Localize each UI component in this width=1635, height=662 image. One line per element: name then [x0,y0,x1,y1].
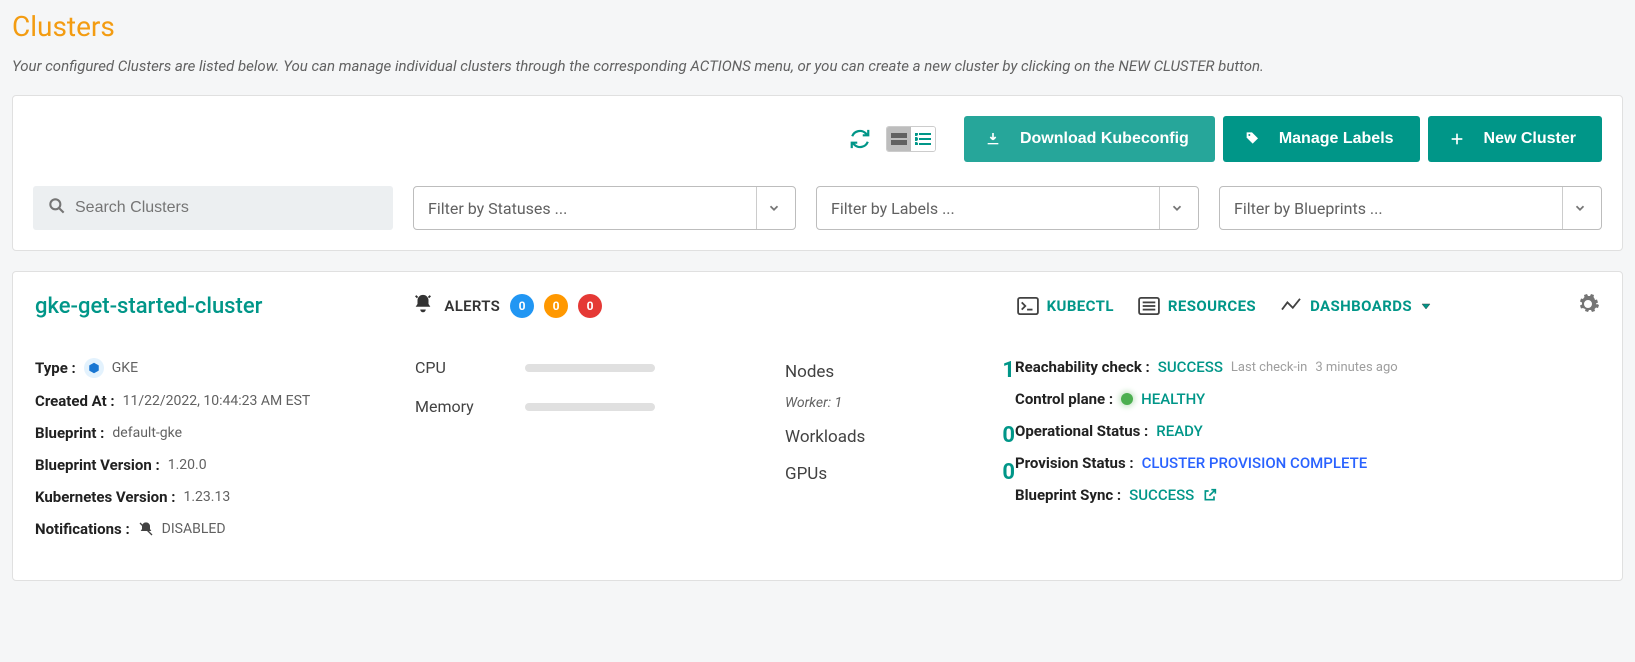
search-icon [47,196,67,220]
download-icon [984,130,1002,148]
cplane-key: Control plane : [1015,390,1113,408]
filter-blueprints-select[interactable]: Filter by Blueprints ... [1219,186,1602,230]
cluster-info: Type : GKE Created At : 11/22/2022, 10:4… [35,358,415,552]
reach-key: Reachability check : [1015,358,1150,376]
type-val: GKE [112,360,138,376]
worker-label: Worker: [785,395,831,411]
chevron-down-icon [1159,187,1184,229]
provstatus-val[interactable]: CLUSTER PROVISION COMPLETE [1142,454,1368,472]
view-toggle [886,126,936,152]
nodes-val: 1 [1002,358,1015,383]
plus-icon [1448,130,1466,148]
reach-hint-pre: Last check-in [1231,360,1307,375]
filter-statuses-label: Filter by Statuses ... [428,199,567,218]
gpus-label: GPUs [785,464,827,484]
created-val: 11/22/2022, 10:44:23 AM EST [123,393,311,409]
bell-off-icon [138,521,154,537]
cplane-val: HEALTHY [1141,390,1205,408]
alert-badge-info[interactable]: 0 [510,294,534,318]
k8sver-val: 1.23.13 [184,489,231,505]
notif-key: Notifications : [35,520,130,538]
bell-icon [412,293,434,319]
search-clusters-input[interactable] [75,199,379,217]
kubectl-label: KUBECTL [1047,297,1114,315]
bpver-val: 1.20.0 [168,457,207,473]
created-key: Created At : [35,392,115,410]
alert-badge-warn[interactable]: 0 [544,294,568,318]
resources-label: RESOURCES [1168,297,1256,315]
toolbar-panel: Download Kubeconfig Manage Labels New Cl… [12,95,1623,251]
download-kubeconfig-label: Download Kubeconfig [1020,130,1189,148]
dashboards-label: DASHBOARDS [1310,297,1412,315]
opstatus-key: Operational Status : [1015,422,1148,440]
memory-bar [525,403,655,411]
gear-icon[interactable] [1576,292,1600,320]
alerts-group: ALERTS 0 0 0 [412,293,602,319]
bpsync-val: SUCCESS [1129,486,1194,504]
cpu-bar [525,364,655,372]
k8sver-key: Kubernetes Version : [35,488,176,506]
cluster-card: gke-get-started-cluster ALERTS 0 0 0 KUB… [12,271,1623,581]
worker-val: 1 [835,395,843,411]
gke-icon [84,358,104,378]
bpsync-key: Blueprint Sync : [1015,486,1121,504]
manage-labels-label: Manage Labels [1279,130,1394,148]
reach-hint: 3 minutes ago [1315,360,1397,375]
new-cluster-label: New Cluster [1484,130,1576,148]
bpver-key: Blueprint Version : [35,456,160,474]
blueprint-val: default-gke [112,425,182,441]
health-dot-icon [1121,393,1133,405]
chevron-down-icon [756,187,781,229]
page-title: Clusters [12,10,1623,43]
card-view-icon[interactable] [887,127,911,151]
cluster-usage: CPU Memory [415,358,785,552]
open-external-icon[interactable] [1202,487,1218,503]
cluster-status: Reachability check : SUCCESS Last check-… [1015,358,1600,552]
kubectl-link[interactable]: KUBECTL [1017,297,1114,315]
list-view-icon[interactable] [911,127,935,151]
alerts-label: ALERTS [444,297,500,315]
tag-icon [1243,130,1261,148]
new-cluster-button[interactable]: New Cluster [1428,116,1602,162]
provstatus-key: Provision Status : [1015,454,1134,472]
manage-labels-button[interactable]: Manage Labels [1223,116,1420,162]
cpu-label: CPU [415,358,485,377]
gpus-val: 0 [1002,460,1015,485]
chevron-down-icon [1562,187,1587,229]
resources-link[interactable]: RESOURCES [1138,297,1256,315]
nodes-label: Nodes [785,362,834,382]
cluster-name-link[interactable]: gke-get-started-cluster [35,294,262,319]
dashboards-link[interactable]: DASHBOARDS [1280,297,1432,315]
filter-blueprints-label: Filter by Blueprints ... [1234,199,1383,218]
filter-labels-select[interactable]: Filter by Labels ... [816,186,1199,230]
download-kubeconfig-button[interactable]: Download Kubeconfig [964,116,1215,162]
reach-val: SUCCESS [1158,358,1223,376]
workloads-label: Workloads [785,427,865,447]
notif-val: DISABLED [162,521,226,537]
filter-statuses-select[interactable]: Filter by Statuses ... [413,186,796,230]
search-clusters-box[interactable] [33,186,393,230]
workloads-val: 0 [1002,423,1015,448]
type-key: Type : [35,359,76,377]
opstatus-val: READY [1156,422,1203,440]
filter-labels-label: Filter by Labels ... [831,199,955,218]
chevron-down-icon [1420,300,1432,312]
cluster-counts: Nodes 1 Worker: 1 Workloads 0 GPUs 0 [785,358,1015,552]
blueprint-key: Blueprint : [35,424,104,442]
refresh-icon[interactable] [842,121,878,157]
alert-badge-error[interactable]: 0 [578,294,602,318]
page-description: Your configured Clusters are listed belo… [12,57,1623,75]
memory-label: Memory [415,397,485,416]
